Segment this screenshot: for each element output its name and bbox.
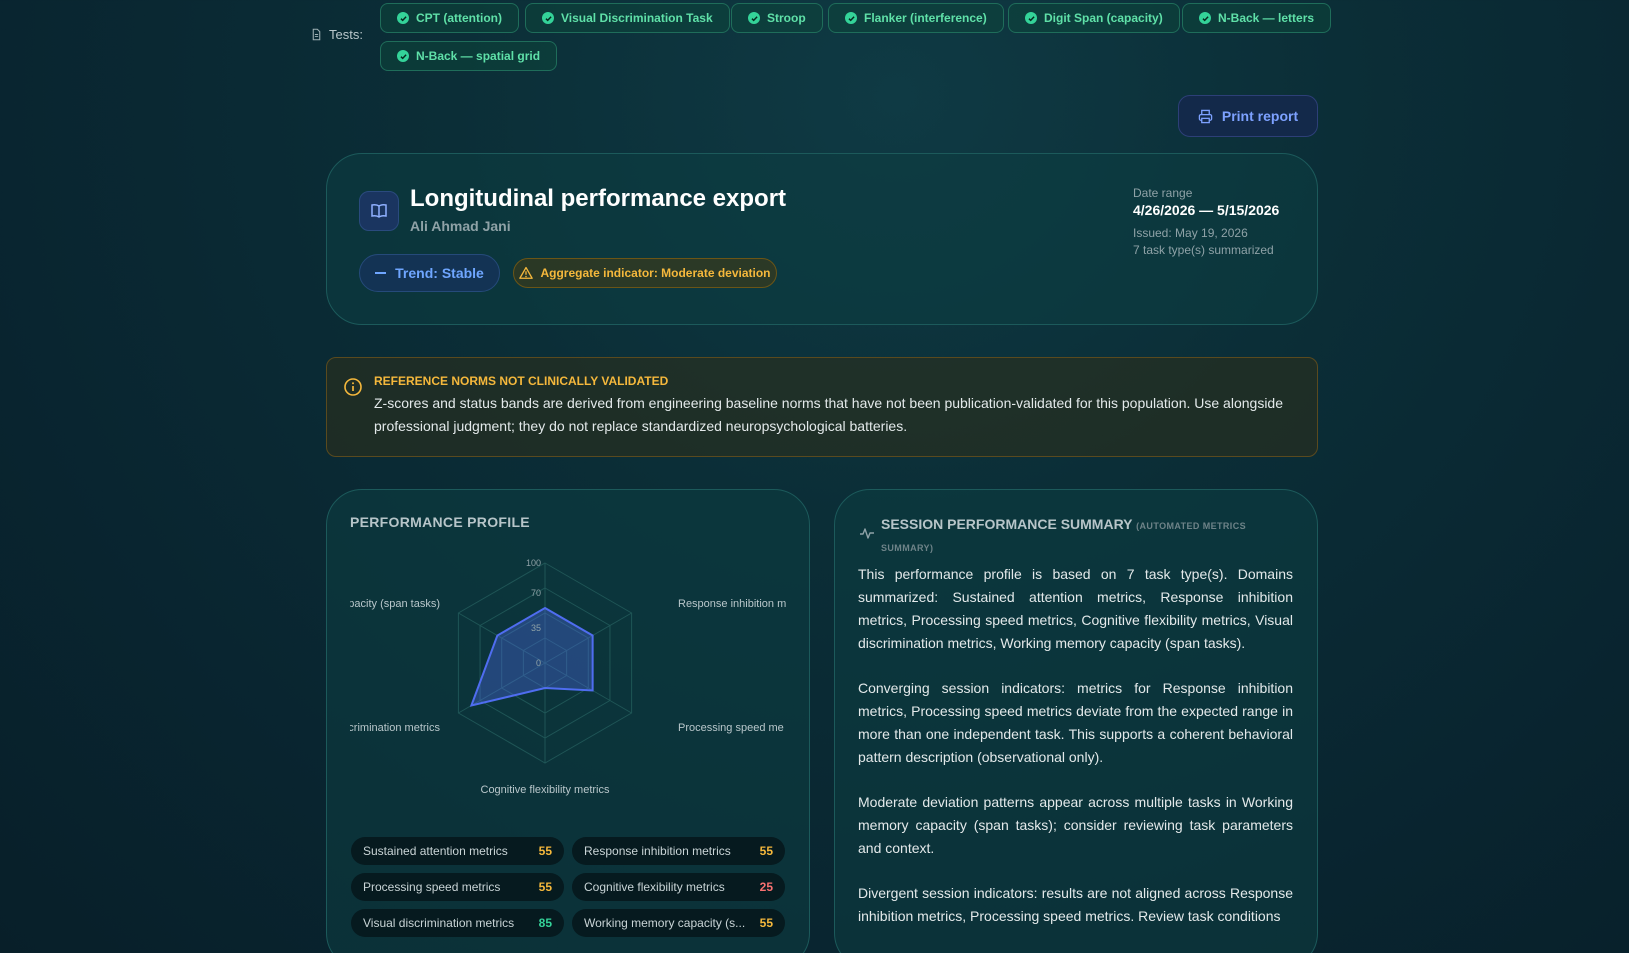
score-value: 55 — [538, 880, 552, 894]
disclaimer-title: REFERENCE NORMS NOT CLINICALLY VALIDATED — [374, 374, 669, 388]
tests-label-text: Tests: — [329, 27, 363, 42]
check-icon — [748, 12, 760, 24]
warning-icon — [519, 266, 534, 279]
score-value: 55 — [538, 844, 552, 858]
score-label: Cognitive flexibility metrics — [584, 880, 725, 894]
score-pill-working-memory: Working memory capacity (s... 55 — [572, 909, 785, 937]
aggregate-indicator-label: Aggregate indicator: Moderate deviation — [540, 266, 771, 280]
score-label: Processing speed metrics — [363, 880, 501, 894]
test-chip-flanker[interactable]: Flanker (interference) — [828, 3, 1004, 33]
trend-badge: Trend: Stable — [359, 254, 500, 292]
test-chip-label: N-Back — letters — [1218, 11, 1315, 25]
score-label: Response inhibition metrics — [584, 844, 731, 858]
document-icon — [312, 28, 321, 41]
score-value: 85 — [538, 916, 552, 930]
activity-icon — [860, 528, 874, 539]
test-chip-label: Flanker (interference) — [864, 11, 987, 25]
radar-tick-label: 0 — [536, 658, 541, 668]
report-author: Ali Ahmad Jani — [410, 218, 511, 234]
test-chip-label: Visual Discrimination Task — [561, 11, 713, 25]
summary-paragraph: This performance profile is based on 7 t… — [858, 566, 1293, 651]
report-title: Longitudinal performance export — [410, 185, 787, 212]
book-icon — [359, 191, 399, 231]
summary-paragraph: Converging session indicators: metrics f… — [858, 680, 1293, 765]
test-chip-nback-letters[interactable]: N-Back — letters — [1182, 3, 1332, 33]
performance-profile-title: PERFORMANCE PROFILE — [350, 514, 530, 530]
trend-label: Trend: Stable — [395, 265, 484, 281]
test-chip-stroop[interactable]: Stroop — [731, 3, 823, 33]
score-value: 25 — [759, 880, 773, 894]
aggregate-indicator-badge: Aggregate indicator: Moderate deviation — [513, 258, 777, 288]
test-chip-visual-discrimination[interactable]: Visual Discrimination Task — [525, 3, 730, 33]
score-label: Sustained attention metrics — [363, 844, 508, 858]
score-value: 55 — [759, 916, 773, 930]
tests-label: Tests: — [310, 27, 363, 42]
check-icon — [397, 50, 409, 62]
score-pill-sustained-attention: Sustained attention metrics 55 — [351, 837, 564, 865]
test-chip-label: Digit Span (capacity) — [1044, 11, 1163, 25]
session-summary-body: This performance profile is based on 7 t… — [858, 563, 1293, 950]
check-icon — [1199, 12, 1211, 24]
score-pill-processing-speed: Processing speed metrics 55 — [351, 873, 564, 901]
radar-axis-label: iscrimination metrics — [350, 722, 440, 734]
print-report-button[interactable]: Print report — [1178, 95, 1318, 137]
score-pill-visual-discrimination: Visual discrimination metrics 85 — [351, 909, 564, 937]
date-range-value: 4/26/2026 — 5/15/2026 — [1133, 202, 1280, 218]
score-label: Visual discrimination metrics — [363, 916, 515, 930]
test-chip-label: N-Back — spatial grid — [416, 49, 541, 63]
score-pill-response-inhibition: Response inhibition metrics 55 — [572, 837, 785, 865]
test-chip-nback-spatial[interactable]: N-Back — spatial grid — [380, 41, 558, 71]
check-icon — [1025, 12, 1037, 24]
radar-axis-label: Processing speed me — [678, 722, 784, 734]
score-value: 55 — [759, 844, 773, 858]
check-icon — [542, 12, 554, 24]
check-icon — [845, 12, 857, 24]
check-icon — [397, 12, 409, 24]
summary-paragraph: Divergent session indicators: results ar… — [858, 885, 1293, 924]
test-chip-label: Stroop — [767, 11, 806, 25]
issued-date: Issued: May 19, 2026 — [1133, 226, 1248, 240]
date-range-label: Date range — [1133, 186, 1193, 200]
radar-axis-label: apacity (span tasks) — [350, 598, 440, 610]
radar-tick-label: 100 — [526, 558, 541, 568]
session-summary-heading: SESSION PERFORMANCE SUMMARY — [881, 516, 1133, 532]
score-pill-cognitive-flexibility: Cognitive flexibility metrics 25 — [572, 873, 785, 901]
radar-axis-label: Cognitive flexibility metrics — [481, 784, 610, 796]
disclaimer-body: Z-scores and status bands are derived fr… — [374, 395, 1283, 434]
radar-tick-label: 70 — [531, 588, 541, 598]
task-count: 7 task type(s) summarized — [1133, 243, 1274, 257]
summary-paragraph: Moderate deviation patterns appear acros… — [858, 794, 1293, 856]
test-chip-label: CPT (attention) — [416, 11, 502, 25]
info-icon — [344, 378, 362, 396]
score-label: Working memory capacity (s... — [584, 916, 746, 930]
printer-icon — [1198, 109, 1213, 123]
dash-icon — [375, 272, 387, 274]
performance-radar-chart: 03570100 Sustained attention metricsResp… — [350, 558, 786, 796]
radar-tick-label: 35 — [531, 623, 541, 633]
print-report-label: Print report — [1221, 108, 1299, 124]
radar-axis-label: Response inhibition m — [678, 598, 786, 610]
session-summary-title: SESSION PERFORMANCE SUMMARY (AUTOMATED M… — [881, 514, 1281, 558]
test-chip-cpt[interactable]: CPT (attention) — [380, 3, 519, 33]
test-chip-digit-span[interactable]: Digit Span (capacity) — [1008, 3, 1180, 33]
